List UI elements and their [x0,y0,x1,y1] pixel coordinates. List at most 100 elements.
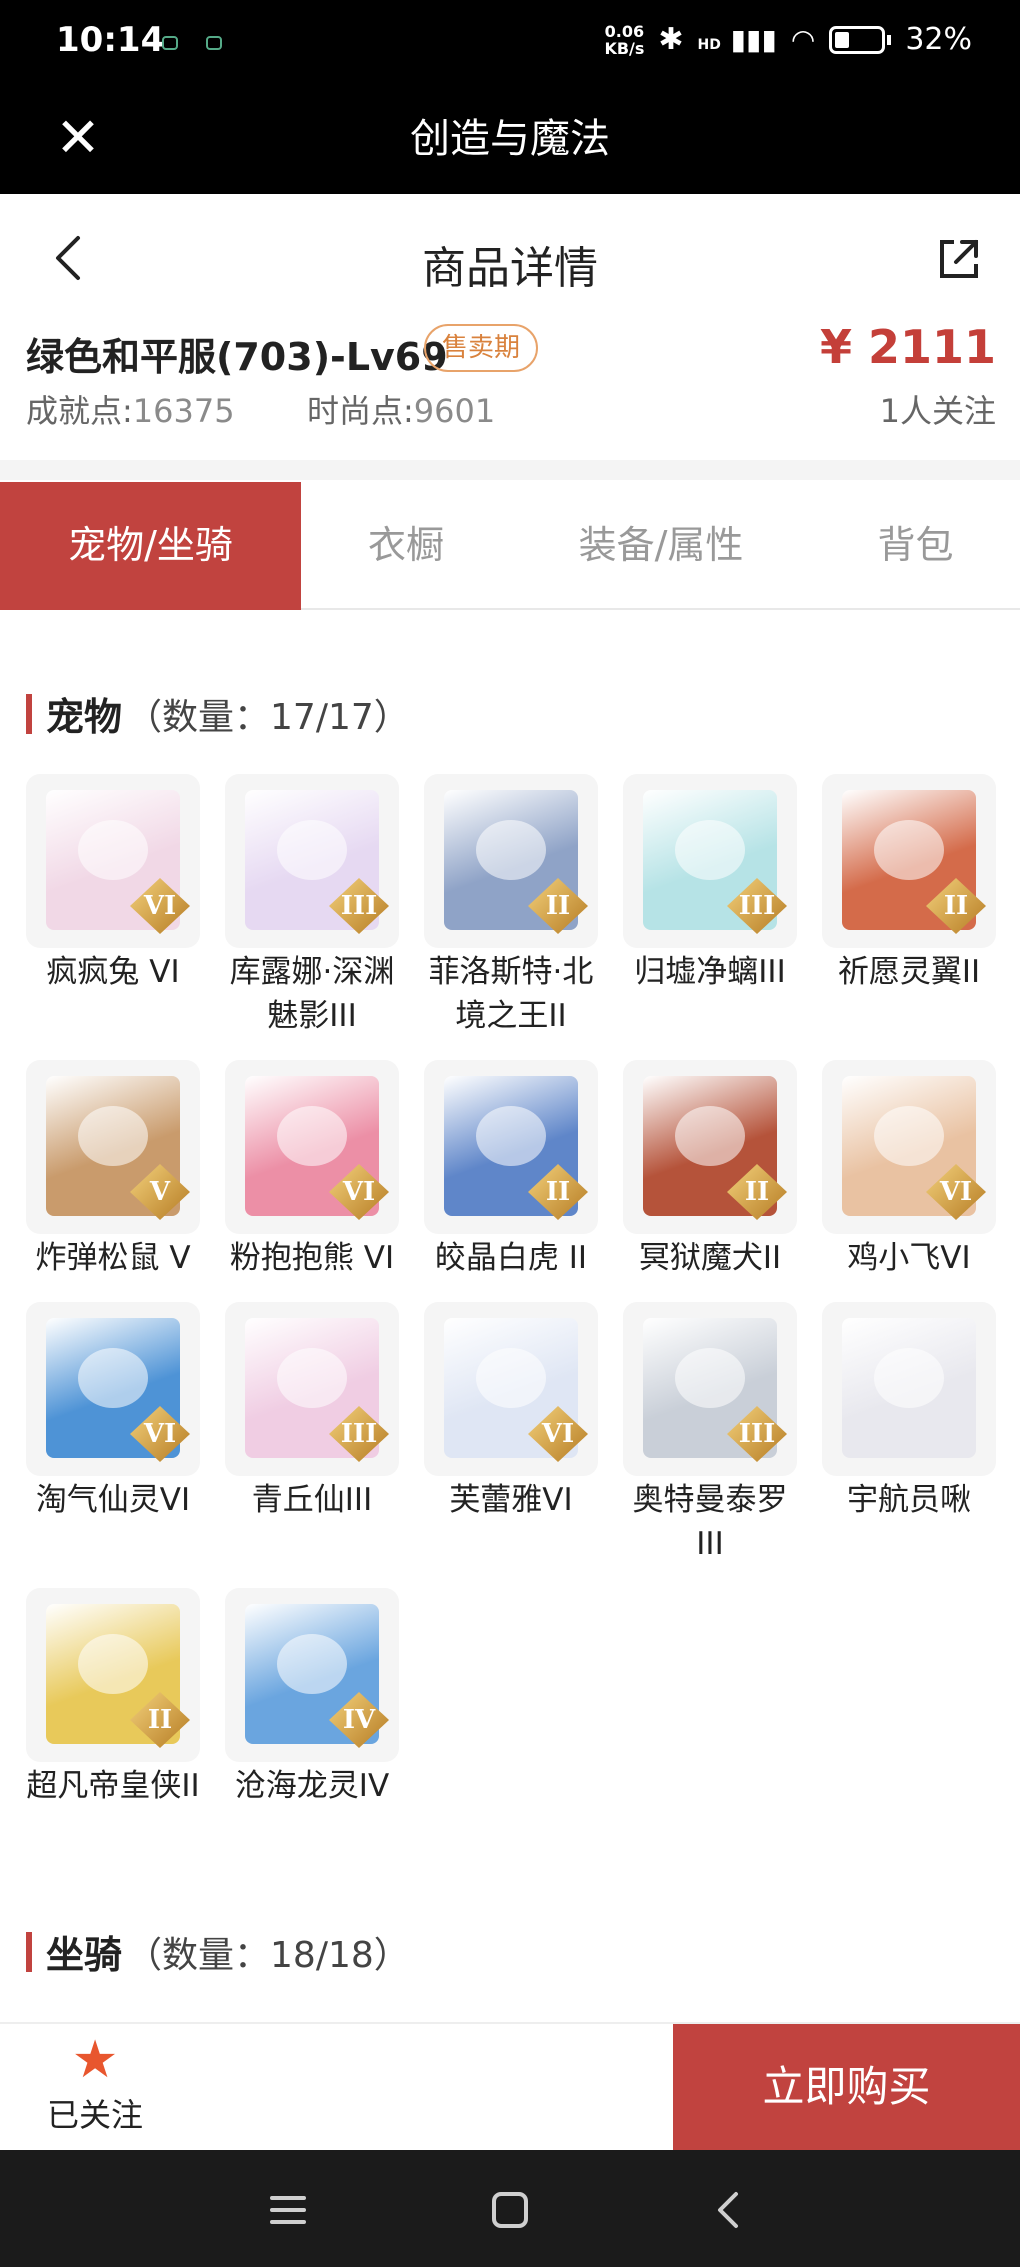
signal-label: HD [697,37,721,53]
pet-card[interactable]: VI 芙蕾雅VI [424,1302,598,1522]
pet-figure [874,1106,944,1166]
page-title: 商品详情 [422,243,598,294]
pet-card[interactable]: VI 粉抱抱熊 VI [225,1060,399,1280]
signal-icon: HD ▮▮▮ [697,23,777,56]
battery-tip [887,34,892,45]
pet-figure [78,1348,148,1408]
pet-card[interactable]: VI 疯疯兔 VI [26,774,200,994]
battery-level: 32% [905,22,972,57]
pet-figure [277,1348,347,1408]
pet-thumbnail: III [225,774,399,948]
page-nav-bar: 商品详情 [0,194,1020,322]
tab-backpack[interactable]: 背包 [811,482,1020,610]
app-title-bar: ✕ 创造与魔法 [0,86,1020,194]
pet-card[interactable]: V 炸弹松鼠 V [26,1060,200,1280]
pet-card[interactable]: III 青丘仙III [225,1302,399,1522]
pet-card[interactable]: II 菲洛斯特·北境之王II [424,774,598,1038]
pet-thumbnail: VI [424,1302,598,1476]
pet-name: 菲洛斯特·北境之王II [428,954,594,1034]
section-title: 宠物 [46,695,123,739]
pet-name: 鸡小飞VI [847,1240,971,1276]
section-count: （数量：18/18） [126,1934,410,1976]
achievement-label: 成就点: [26,392,133,430]
pet-name: 皎晶白虎 II [434,1240,588,1276]
menu-icon[interactable] [258,2180,318,2240]
pet-card[interactable]: III 库露娜·深渊魅影III [225,774,399,1038]
section-title: 坐骑 [46,1933,123,1977]
pet-thumbnail: VI [26,774,200,948]
pet-thumbnail: VI [26,1302,200,1476]
pet-figure [277,1106,347,1166]
pet-name: 库露娜·深渊魅影III [229,954,395,1034]
buy-now-button[interactable]: 立即购买 [673,2024,1020,2152]
pet-figure [78,1106,148,1166]
status-indicators: 0.06 KB/s ✱ HD ▮▮▮ ◠ 32% [604,22,972,57]
pet-figure [476,1106,546,1166]
system-nav-bar [0,2150,1020,2267]
pet-figure [874,1348,944,1408]
app-title: 创造与魔法 [410,116,610,162]
pet-thumbnail: III [623,774,797,948]
pet-card[interactable]: IV 沧海龙灵IV [225,1588,399,1808]
section-marker [26,1931,32,1972]
pet-figure [675,1348,745,1408]
pet-thumbnail: IV [225,1588,399,1762]
pet-thumbnail: II [424,774,598,948]
pet-thumbnail: III [623,1302,797,1476]
pet-name: 疯疯兔 VI [46,954,180,990]
pet-card[interactable]: II 皎晶白虎 II [424,1060,598,1280]
pet-name: 祈愿灵翼II [837,954,981,990]
pet-name: 沧海龙灵IV [234,1768,390,1804]
pet-figure [675,820,745,880]
follow-button[interactable]: ★ 已关注 [30,2030,160,2146]
pet-name: 炸弹松鼠 V [35,1240,191,1276]
tab-wardrobe[interactable]: 衣橱 [301,482,511,610]
pet-image [842,1318,976,1458]
pet-card[interactable]: 宇航员啾 [822,1302,996,1522]
section-count: （数量：17/17） [126,696,410,738]
tab-bar: 宠物/坐骑 衣橱 装备/属性 背包 [0,482,1020,610]
mounts-section-header: 坐骑 （数量：18/18） [26,1924,410,1979]
pet-name: 归墟净螭III [634,954,786,990]
section-marker [26,693,32,734]
product-info: 绿色和平服(703)-Lv69 售卖期 ¥ 2111 成就点:16375 时尚点… [0,320,1020,460]
pet-name: 粉抱抱熊 VI [229,1240,395,1276]
pet-card[interactable]: II 冥狱魔犬II [623,1060,797,1280]
pet-figure [476,820,546,880]
notification-icon [206,36,222,50]
pet-card[interactable]: VI 鸡小飞VI [822,1060,996,1280]
pet-name: 芙蕾雅VI [449,1482,573,1518]
pet-figure [277,820,347,880]
product-stats: 成就点:16375 时尚点:9601 [26,386,495,432]
pet-name: 青丘仙III [251,1482,373,1518]
pet-thumbnail: II [822,774,996,948]
pet-card[interactable]: III 奥特曼泰罗III [623,1302,797,1566]
pet-figure [675,1106,745,1166]
back-icon[interactable] [700,2180,760,2240]
share-icon[interactable] [934,234,984,284]
fashion-label: 时尚点: [306,392,414,430]
home-icon[interactable] [480,2180,540,2240]
pet-figure [277,1634,347,1694]
pet-thumbnail: II [424,1060,598,1234]
pet-thumbnail: II [26,1588,200,1762]
fashion-value: 9601 [413,392,496,430]
network-speed: 0.06 KB/s [604,21,645,58]
pet-figure [874,820,944,880]
pet-card[interactable]: II 超凡帝皇侠II [26,1588,200,1808]
pet-thumbnail: II [623,1060,797,1234]
pet-card[interactable]: VI 淘气仙灵VI [26,1302,200,1522]
pet-thumbnail: VI [822,1060,996,1234]
tab-pets-mounts[interactable]: 宠物/坐骑 [0,482,301,610]
achievement-value: 16375 [132,392,235,430]
pet-name: 淘气仙灵VI [35,1482,191,1518]
status-badge: 售卖期 [424,324,539,372]
pet-name: 奥特曼泰罗III [632,1482,788,1562]
pet-card[interactable]: II 祈愿灵翼II [822,774,996,994]
tab-equipment[interactable]: 装备/属性 [511,482,811,610]
follow-label: 已关注 [46,2096,143,2134]
star-icon: ★ [71,2030,119,2090]
pet-card[interactable]: III 归墟净螭III [623,774,797,994]
pet-figure [78,820,148,880]
bottom-action-bar: ★ 已关注 立即购买 [0,2022,1020,2152]
